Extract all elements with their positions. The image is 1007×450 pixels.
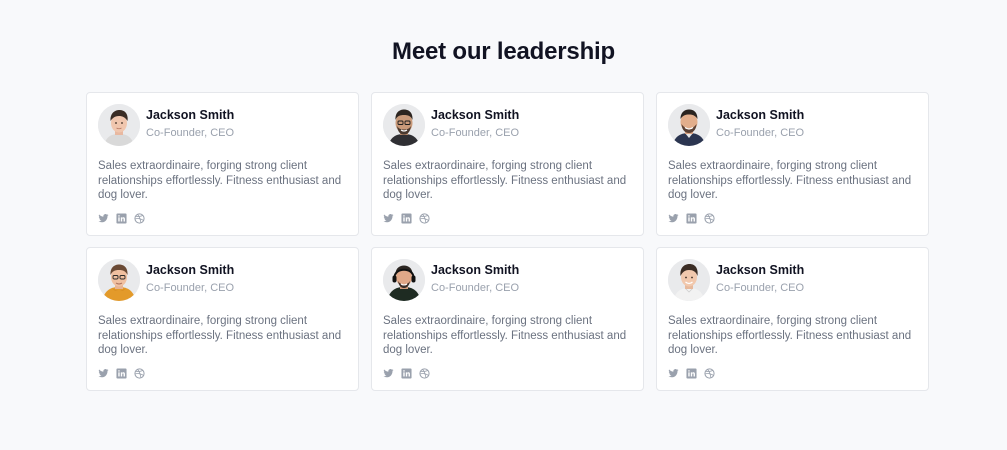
section-title: Meet our leadership [392, 38, 615, 65]
twitter-icon[interactable] [98, 368, 109, 379]
card-header: Jackson Smith Co-Founder, CEO [383, 258, 632, 302]
social-links [98, 368, 145, 379]
avatar [98, 104, 140, 146]
linkedin-icon[interactable] [686, 368, 697, 379]
social-links [383, 368, 430, 379]
team-card: Jackson Smith Co-Founder, CEO Sales extr… [371, 247, 644, 391]
twitter-icon[interactable] [383, 213, 394, 224]
linkedin-icon[interactable] [116, 213, 127, 224]
team-card: Jackson Smith Co-Founder, CEO Sales extr… [656, 247, 929, 391]
member-name: Jackson Smith [716, 108, 805, 122]
member-bio: Sales extraordinaire, forging strong cli… [668, 315, 912, 357]
dribbble-icon[interactable] [419, 213, 430, 224]
card-header: Jackson Smith Co-Founder, CEO [668, 103, 917, 147]
card-header: Jackson Smith Co-Founder, CEO [383, 103, 632, 147]
team-card: Jackson Smith Co-Founder, CEO Sales extr… [371, 92, 644, 236]
dribbble-icon[interactable] [134, 368, 145, 379]
social-links [668, 368, 715, 379]
avatar [383, 104, 425, 146]
avatar [668, 259, 710, 301]
twitter-icon[interactable] [668, 213, 679, 224]
linkedin-icon[interactable] [401, 368, 412, 379]
team-grid: Jackson Smith Co-Founder, CEO Sales extr… [86, 92, 929, 391]
member-bio: Sales extraordinaire, forging strong cli… [383, 160, 627, 202]
member-info: Jackson Smith Co-Founder, CEO [716, 263, 805, 295]
member-info: Jackson Smith Co-Founder, CEO [431, 263, 520, 295]
member-role: Co-Founder, CEO [716, 127, 805, 139]
dribbble-icon[interactable] [704, 368, 715, 379]
card-header: Jackson Smith Co-Founder, CEO [98, 103, 347, 147]
card-header: Jackson Smith Co-Founder, CEO [668, 258, 917, 302]
avatar [383, 259, 425, 301]
leadership-section: Meet our leadership Jackson Smith Co-Fou… [0, 0, 1007, 450]
linkedin-icon[interactable] [686, 213, 697, 224]
dribbble-icon[interactable] [134, 213, 145, 224]
member-name: Jackson Smith [431, 263, 520, 277]
avatar [98, 259, 140, 301]
member-role: Co-Founder, CEO [146, 127, 235, 139]
member-name: Jackson Smith [716, 263, 805, 277]
twitter-icon[interactable] [383, 368, 394, 379]
card-header: Jackson Smith Co-Founder, CEO [98, 258, 347, 302]
social-links [383, 213, 430, 224]
member-info: Jackson Smith Co-Founder, CEO [431, 108, 520, 140]
social-links [98, 213, 145, 224]
team-card: Jackson Smith Co-Founder, CEO Sales extr… [86, 92, 359, 236]
dribbble-icon[interactable] [704, 213, 715, 224]
member-name: Jackson Smith [146, 263, 235, 277]
member-role: Co-Founder, CEO [431, 127, 520, 139]
twitter-icon[interactable] [668, 368, 679, 379]
team-card: Jackson Smith Co-Founder, CEO Sales extr… [656, 92, 929, 236]
twitter-icon[interactable] [98, 213, 109, 224]
social-links [668, 213, 715, 224]
member-role: Co-Founder, CEO [716, 282, 805, 294]
member-role: Co-Founder, CEO [431, 282, 520, 294]
member-bio: Sales extraordinaire, forging strong cli… [383, 315, 627, 357]
member-info: Jackson Smith Co-Founder, CEO [146, 108, 235, 140]
member-name: Jackson Smith [146, 108, 235, 122]
member-bio: Sales extraordinaire, forging strong cli… [98, 160, 342, 202]
team-card: Jackson Smith Co-Founder, CEO Sales extr… [86, 247, 359, 391]
member-role: Co-Founder, CEO [146, 282, 235, 294]
member-name: Jackson Smith [431, 108, 520, 122]
member-bio: Sales extraordinaire, forging strong cli… [98, 315, 342, 357]
member-info: Jackson Smith Co-Founder, CEO [146, 263, 235, 295]
member-bio: Sales extraordinaire, forging strong cli… [668, 160, 912, 202]
linkedin-icon[interactable] [401, 213, 412, 224]
linkedin-icon[interactable] [116, 368, 127, 379]
avatar [668, 104, 710, 146]
member-info: Jackson Smith Co-Founder, CEO [716, 108, 805, 140]
dribbble-icon[interactable] [419, 368, 430, 379]
